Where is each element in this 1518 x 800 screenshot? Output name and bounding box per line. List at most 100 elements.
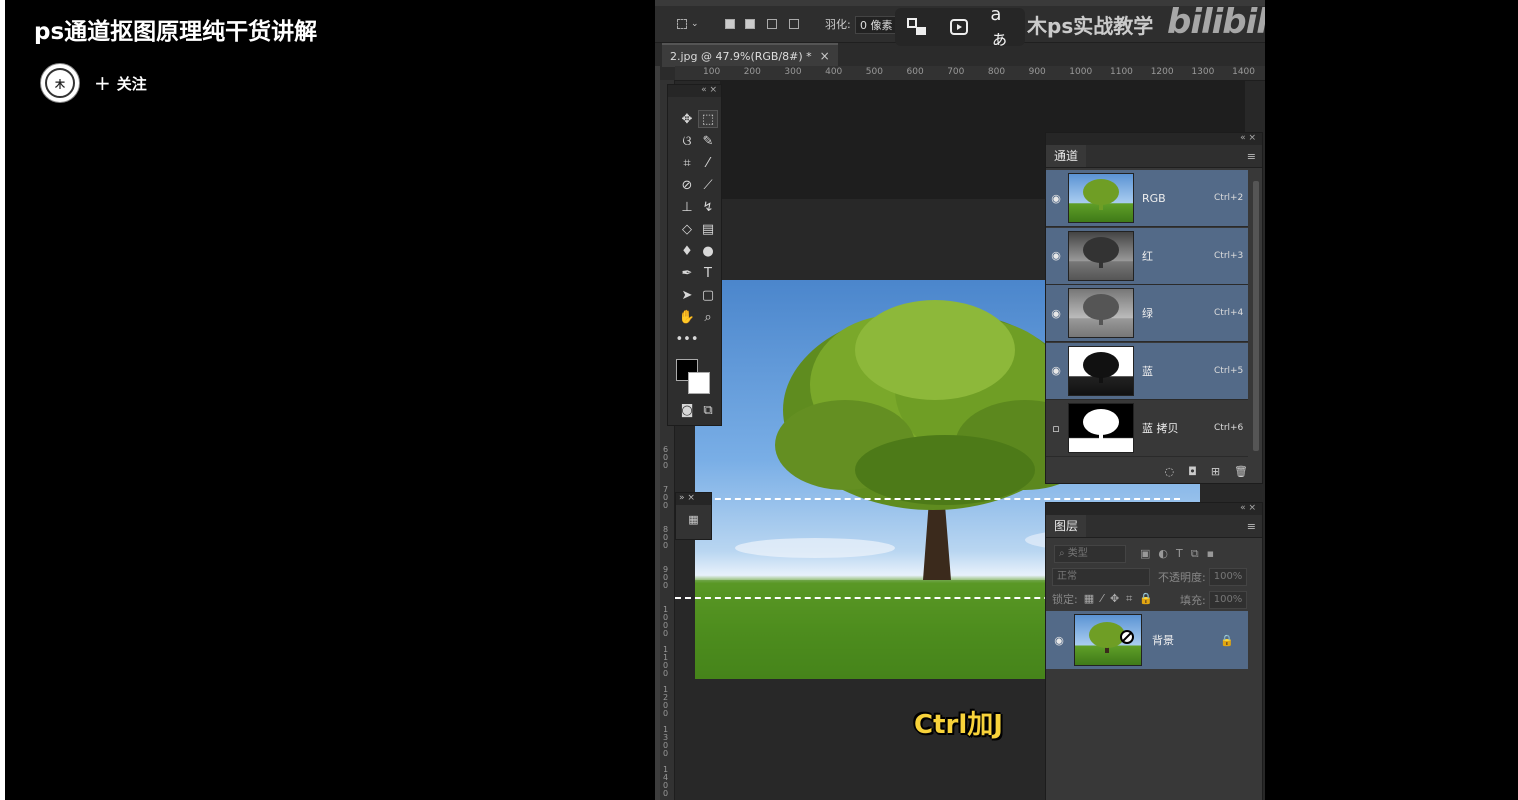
rect-marquee-tool-icon[interactable]: ⬚ — [698, 110, 718, 128]
new-channel-icon[interactable]: ⊞ — [1211, 465, 1220, 478]
layer-filter[interactable]: ⌕ 类型 ▣◐T⧉▪ — [1054, 545, 1222, 563]
opacity-value[interactable]: 100% — [1208, 568, 1248, 586]
channel-visibility-eye-icon[interactable]: ◉ — [1046, 192, 1066, 205]
layers-menu-icon[interactable]: ≡ — [1247, 520, 1256, 533]
lock-icons[interactable]: ▦⁄✥⌗🔒 — [1084, 592, 1160, 606]
ruler-top-tick: 1400 — [1232, 67, 1255, 77]
brush-tool-icon[interactable]: ⟋ — [698, 176, 718, 194]
blend-mode-select[interactable]: 正常 — [1052, 568, 1150, 586]
tab-channels[interactable]: 通道 — [1046, 145, 1087, 167]
path-selection-icon[interactable]: ➤ — [677, 286, 697, 304]
opacity-field[interactable]: 不透明度: 100% — [1158, 568, 1248, 586]
zoom-tool-icon[interactable]: ⌕ — [698, 308, 718, 326]
history-brush-icon[interactable]: ↯ — [698, 198, 718, 216]
hand-tool-icon[interactable]: ✋ — [677, 308, 697, 326]
channel-row[interactable]: ◉ 红 Ctrl+3 — [1046, 227, 1248, 285]
load-selection-icon[interactable]: ◌ — [1165, 465, 1175, 478]
channels-scrollbar[interactable] — [1253, 181, 1259, 451]
channel-row[interactable]: ◉ 绿 Ctrl+4 — [1046, 285, 1248, 342]
subtract-selection-icon — [767, 19, 777, 29]
intersect-selection-button[interactable] — [789, 16, 799, 32]
layer-row-background[interactable]: ◉ 背景 🔒 — [1046, 611, 1248, 669]
translate-icon[interactable]: aぁ — [990, 4, 1016, 50]
quick-mask-icon[interactable]: ◙ — [677, 401, 697, 419]
fill-field[interactable]: 填充: 100% — [1180, 591, 1248, 609]
ruler-top-tick: 800 — [987, 67, 1006, 77]
save-selection-icon[interactable]: ◘ — [1188, 465, 1197, 478]
ruler-top-tick: 1200 — [1150, 67, 1174, 77]
ruler-top-tick: 700 — [947, 67, 965, 77]
channel-shortcut: Ctrl+5 — [1214, 365, 1244, 376]
channel-thumbnail — [1068, 345, 1134, 396]
document-tab[interactable]: 2.jpg @ 47.9%(RGB/8#) * × — [662, 43, 838, 67]
generative-fill-icon[interactable] — [947, 15, 973, 39]
layer-name: 背景 — [1152, 634, 1174, 647]
properties-icon[interactable]: ▦ — [685, 513, 703, 529]
shape-tool-icon[interactable]: ▢ — [698, 286, 718, 304]
toolbox-collapse-icon[interactable]: « × — [668, 85, 721, 97]
background-color-swatch[interactable] — [688, 372, 710, 394]
follow-button[interactable]: + 关注 — [94, 73, 147, 94]
feather-input[interactable]: 0 像素 — [855, 16, 898, 34]
move-tool-icon[interactable]: ✥ — [677, 110, 697, 128]
fill-value[interactable]: 100% — [1208, 591, 1248, 609]
layer-filter-icons[interactable]: ▣◐T⧉▪ — [1140, 547, 1222, 561]
gradient-tool-icon[interactable]: ▤ — [698, 220, 718, 238]
mini-panel-collapse-icon[interactable]: » × — [676, 493, 711, 505]
channel-name: 绿 — [1142, 307, 1153, 320]
close-icon[interactable]: × — [820, 49, 830, 63]
channel-visibility-off-icon[interactable]: ▫ — [1046, 422, 1066, 435]
ruler-left-tick: 800 — [663, 525, 669, 550]
layers-panel-collapse-icon[interactable]: « × — [1046, 503, 1262, 515]
tab-layers[interactable]: 图层 — [1046, 515, 1087, 537]
layer-filter-label: 类型 — [1067, 548, 1088, 559]
eraser-tool-icon[interactable]: ◇ — [677, 220, 697, 238]
feather-label: 羽化: — [825, 18, 851, 31]
quick-selection-tool-icon[interactable]: ✎ — [698, 132, 718, 150]
panel-menu-icon[interactable]: ≡ — [1247, 150, 1256, 163]
dodge-tool-icon[interactable]: ● — [698, 242, 718, 260]
lasso-tool-icon[interactable]: ଓ — [677, 132, 697, 150]
author-row: 木 + 关注 — [40, 63, 147, 103]
ruler-top-tick: 900 — [1028, 67, 1046, 77]
channel-name: 红 — [1142, 249, 1153, 263]
transform-selection-icon[interactable] — [904, 15, 930, 39]
layers-tab-row: 图层 ≡ — [1046, 515, 1262, 538]
ruler-top-tick: 200 — [743, 67, 761, 77]
channel-thumbnail — [1068, 403, 1134, 453]
marquee-tool-preset[interactable]: ⌄ — [677, 16, 699, 32]
subtract-selection-button[interactable] — [767, 16, 777, 32]
channel-thumbnail — [1068, 288, 1134, 338]
pen-tool-icon[interactable]: ✒ — [677, 264, 697, 282]
add-selection-button[interactable] — [745, 16, 755, 32]
channel-row[interactable]: ◉ RGB Ctrl+2 — [1046, 170, 1248, 227]
channel-visibility-eye-icon[interactable]: ◉ — [1046, 364, 1066, 377]
type-tool-icon[interactable]: T — [698, 264, 718, 282]
ruler-top-tick: 100 — [703, 67, 721, 77]
channels-panel-collapse-icon[interactable]: « × — [1046, 133, 1262, 145]
channel-visibility-eye-icon[interactable]: ◉ — [1046, 249, 1066, 262]
author-avatar[interactable]: 木 — [40, 63, 80, 103]
layer-visibility-eye-icon[interactable]: ◉ — [1046, 634, 1072, 647]
toolbox: « × ✥ ⬚ ଓ ✎ ⌗ ⁄ ⊘ ⟋ ⊥ ↯ ◇ ▤ ♦ ● ✒ T ➤ ▢ … — [667, 84, 722, 426]
more-tools-icon[interactable]: ••• — [676, 330, 699, 348]
ruler-top-tick: 1300 — [1191, 67, 1215, 77]
new-selection-button[interactable] — [725, 16, 735, 32]
intersect-selection-icon — [789, 19, 799, 29]
channel-row[interactable]: ◉ 蓝 Ctrl+5 — [1046, 342, 1248, 400]
avatar-emblem: 木 — [45, 68, 75, 98]
channel-visibility-eye-icon[interactable]: ◉ — [1046, 307, 1066, 320]
marquee-icon — [677, 19, 687, 29]
healing-brush-icon[interactable]: ⊘ — [677, 176, 697, 194]
crop-tool-icon[interactable]: ⌗ — [677, 154, 697, 172]
ruler-top-tick: 300 — [784, 67, 802, 77]
delete-channel-icon[interactable]: 🗑 — [1234, 465, 1248, 478]
layers-panel: « × 图层 ≡ ⌕ 类型 ▣◐T⧉▪ 正常 不透明度: 100% 锁定: ▦⁄… — [1045, 502, 1263, 800]
blur-tool-icon[interactable]: ♦ — [677, 242, 697, 260]
ruler-left-tick: 1200 — [663, 685, 669, 718]
channel-row[interactable]: ▫ 蓝 拷贝 Ctrl+6 — [1046, 400, 1248, 457]
eyedropper-tool-icon[interactable]: ⁄ — [698, 154, 718, 172]
clone-stamp-icon[interactable]: ⊥ — [677, 198, 697, 216]
channel-watermark: 木ps实战教学 — [1027, 14, 1154, 38]
screen-mode-icon[interactable]: ⧉ — [698, 401, 718, 419]
